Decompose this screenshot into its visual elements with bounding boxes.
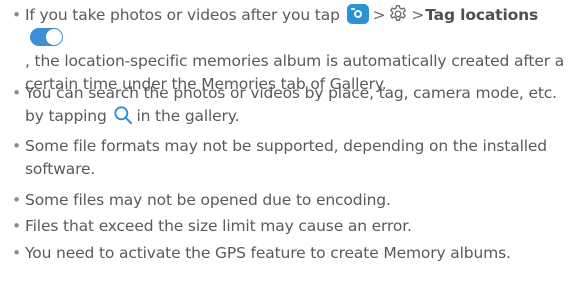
note-size-limit: • Files that exceed the size limit may c…	[12, 215, 572, 238]
bullet: •	[12, 217, 21, 235]
bullet: •	[12, 84, 21, 102]
note-text: Files that exceed the size limit may cau…	[25, 217, 412, 235]
toggle-on-icon	[30, 27, 63, 46]
note-text: Some files may not be opened due to enco…	[25, 191, 391, 209]
note-search: • You can search the photos or videos by…	[12, 82, 572, 128]
bullet: •	[12, 244, 21, 262]
note-text: You can search the photos or videos by p…	[12, 82, 572, 128]
note-text-post: in the gallery.	[136, 107, 240, 125]
search-icon	[113, 105, 133, 125]
note-file-formats: • Some file formats may not be supported…	[12, 135, 572, 181]
bullet: •	[12, 191, 21, 209]
separator-arrow: >	[411, 6, 425, 24]
note-encoding: • Some files may not be opened due to en…	[12, 189, 572, 212]
note-text: You need to activate the GPS feature to …	[25, 244, 511, 262]
note-text: Some file formats may not be supported, …	[25, 137, 547, 178]
document-page: • If you take photos or videos after you…	[0, 0, 578, 286]
bullet: •	[12, 137, 21, 155]
gear-icon	[388, 4, 408, 24]
camera-app-icon	[346, 3, 369, 24]
note-gps: • You need to activate the GPS feature t…	[12, 242, 572, 265]
separator-arrow: >	[372, 6, 386, 24]
tag-locations-label: Tag locations	[425, 6, 539, 24]
note-text-pre: If you take photos or videos after you t…	[25, 6, 340, 24]
bullet: •	[12, 6, 21, 24]
note-text-pre: You can search the photos or videos by p…	[25, 84, 557, 125]
